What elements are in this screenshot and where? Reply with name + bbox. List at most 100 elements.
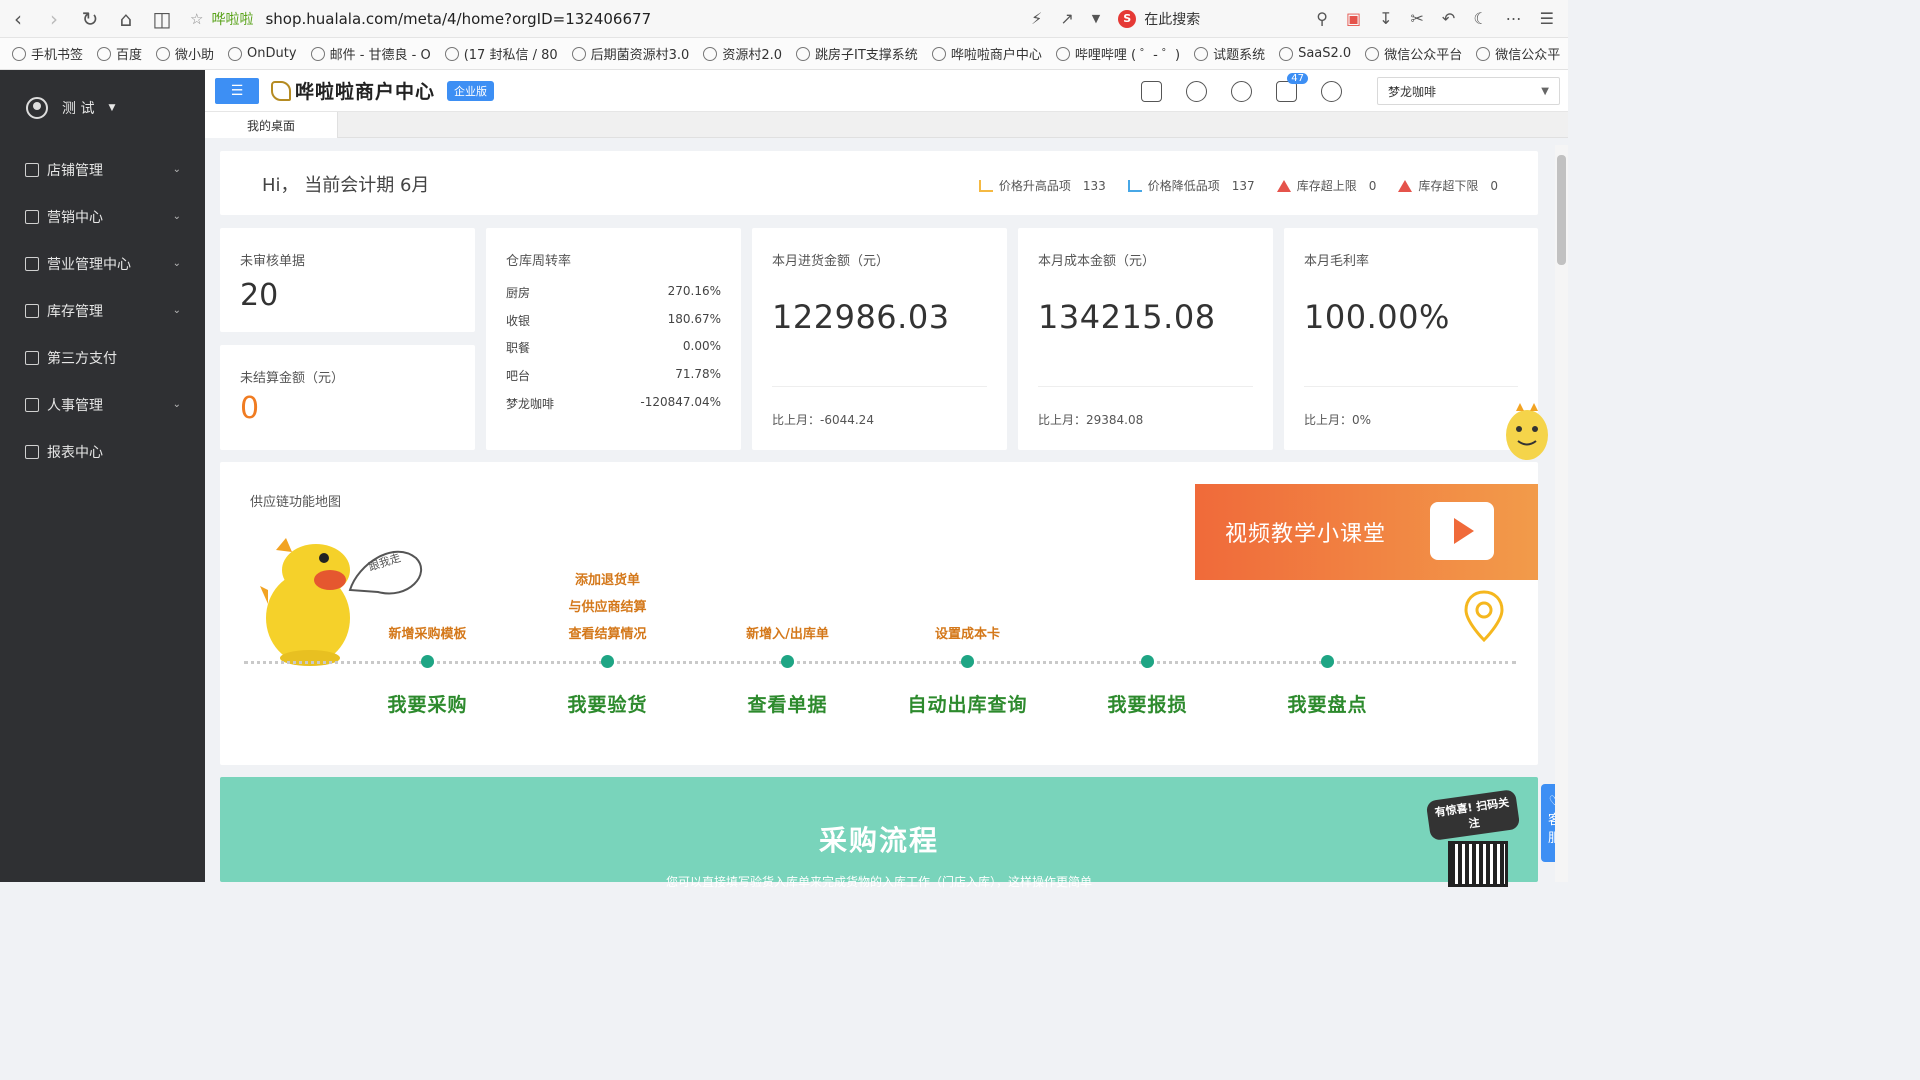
chevron-down-icon: ⌄ (172, 211, 181, 222)
timeline-node[interactable] (1141, 655, 1154, 668)
timeline-node[interactable] (421, 655, 434, 668)
search-engine-icon[interactable]: S (1118, 9, 1137, 28)
divider (1038, 386, 1253, 387)
bookmark-item[interactable]: 哔哩哔哩 ( ゜- ゜) (1055, 44, 1180, 63)
step-hint[interactable]: 新增采购模板 (341, 621, 514, 648)
bookmark-item[interactable]: 微小助 (156, 44, 214, 63)
more-icon[interactable]: ⋯ (1506, 9, 1522, 28)
browser-search[interactable]: S 在此搜索 (1118, 9, 1298, 29)
download-icon[interactable]: ↧ (1379, 9, 1392, 28)
menu-icon[interactable]: ☰ (1540, 9, 1554, 28)
bookmark-item[interactable]: 微信公众平台 (1365, 44, 1462, 63)
bookmark-item[interactable]: 百度 (97, 44, 142, 63)
timeline-node[interactable] (601, 655, 614, 668)
night-mode-icon[interactable]: ☾ (1473, 9, 1487, 28)
qr-promo[interactable]: 有惊喜! 扫码关注 (1425, 788, 1528, 887)
timeline-node[interactable] (961, 655, 974, 668)
stat-item[interactable]: 库存超上限 0 (1276, 177, 1376, 194)
warehouse-row: 梦龙咖啡 -120847.04% (506, 395, 721, 423)
star-icon[interactable]: ☆ (190, 10, 203, 28)
reload-icon[interactable]: ↻ (72, 0, 108, 38)
trend-down-icon (1127, 179, 1142, 192)
bookmark-item[interactable]: 试题系统 (1194, 44, 1265, 63)
sidebar-item-1[interactable]: 营销中心 ⌄ (0, 193, 205, 240)
sidebar-item-3[interactable]: 库存管理 ⌄ (0, 287, 205, 334)
url-text[interactable]: shop.hualala.com/meta/4/home?orgID=13240… (265, 10, 651, 28)
bookmark-item[interactable]: 微信公众平 (1476, 44, 1560, 63)
step-hint[interactable]: 新增入/出库单 (701, 621, 874, 648)
cloud-download-icon[interactable] (1231, 80, 1252, 102)
bookmarks-bar: 手机书签 百度 微小助 OnDuty 邮件 - 甘德良 - O (17 封私信 / 80 后… (0, 38, 1568, 70)
layers-icon[interactable]: 47 (1276, 72, 1308, 102)
sidebar-item-0[interactable]: 店铺管理 ⌄ (0, 146, 205, 193)
lightning-icon[interactable]: ⚡ (1031, 9, 1042, 28)
stat-item[interactable]: 价格升高品项 133 (978, 177, 1106, 194)
sidebar-item-4[interactable]: 第三方支付 (0, 334, 205, 381)
warehouse-label: 仓库周转率 (506, 254, 572, 269)
bookmark-item[interactable]: OnDuty (228, 46, 297, 61)
floating-mascot-icon[interactable] (1504, 401, 1550, 463)
menu-item-icon (25, 444, 39, 459)
store-select[interactable]: 梦龙咖啡 ▼ (1377, 77, 1560, 105)
gamepad-icon[interactable]: ▣ (1346, 9, 1361, 28)
bookmark-icon (97, 46, 112, 61)
chevron-down-icon[interactable]: ▼ (1092, 12, 1100, 25)
tab-my-desktop[interactable]: 我的桌面 (205, 112, 338, 138)
unreviewed-card[interactable]: 未审核单据 20 (220, 228, 475, 332)
timeline-node[interactable] (781, 655, 794, 668)
page-scrollbar[interactable] (1555, 145, 1568, 882)
forward-icon[interactable]: › (36, 0, 72, 38)
video-tutorial-banner[interactable]: 视频教学小课堂 (1195, 484, 1538, 580)
search-icon[interactable]: ⚲ (1316, 9, 1328, 28)
bookmark-item[interactable]: SaaS2.0 (1279, 46, 1351, 61)
bookmark-item[interactable]: (17 封私信 / 80 (444, 44, 558, 63)
shop-bag-icon[interactable] (1141, 80, 1162, 102)
user-menu[interactable]: 测 试 ▼ (0, 70, 205, 146)
step-action-label[interactable]: 我要采购 (341, 690, 514, 717)
step-action-label[interactable]: 查看单据 (701, 690, 874, 717)
bell-icon[interactable] (1186, 80, 1207, 102)
step-action-label[interactable]: 我要盘点 (1241, 690, 1414, 717)
notification-badge: 47 (1287, 72, 1308, 84)
divider (772, 386, 987, 387)
undo-icon[interactable]: ↶ (1442, 9, 1455, 28)
sidebar-item-label: 店铺管理 (47, 162, 103, 179)
supply-chain-map: 供应链功能地图 跟我走 视频教学小课堂 新增采购模板 我要采购 添加退货单 与供应商结… (220, 462, 1538, 765)
bookmark-item[interactable]: 邮件 - 甘德良 - O (310, 44, 431, 63)
step-action-label[interactable]: 我要验货 (521, 690, 694, 717)
scroll-thumb[interactable] (1557, 155, 1566, 265)
process-title: 采购流程 (818, 824, 939, 857)
sidebar-item-6[interactable]: 报表中心 (0, 428, 205, 475)
bookmark-item[interactable]: 手机书签 (12, 44, 83, 63)
address-bar[interactable]: ☆ 哗啦啦 shop.hualala.com/meta/4/home?orgID… (190, 9, 1031, 29)
step-action-label[interactable]: 自动出库查询 (881, 690, 1054, 717)
menu-toggle-button[interactable]: ☰ (215, 77, 259, 104)
greeting-text: Hi， 当前会计期 6月 (262, 175, 430, 196)
stat-item[interactable]: 价格降低品项 137 (1127, 177, 1255, 194)
page-tabs: 我的桌面 (205, 112, 1568, 138)
stat-label: 库存超下限 (1418, 179, 1479, 193)
step-hint[interactable]: 设置成本卡 (881, 621, 1054, 648)
step-action-label[interactable]: 我要报损 (1061, 690, 1234, 717)
home-icon[interactable]: ⌂ (108, 0, 144, 38)
step-hint[interactable]: 添加退货单 与供应商结算 查看结算情况 (521, 567, 694, 648)
back-icon[interactable]: ‹ (0, 0, 36, 38)
sidebar-item-5[interactable]: 人事管理 ⌄ (0, 381, 205, 428)
bookmark-item[interactable]: 资源村2.0 (703, 44, 782, 63)
reader-icon[interactable]: ◫ (144, 0, 180, 38)
timeline-node[interactable] (1321, 655, 1334, 668)
bookmark-icon (1055, 46, 1070, 61)
warehouse-row: 收银 180.67% (506, 312, 721, 340)
stat-item[interactable]: 库存超下限 0 (1398, 177, 1498, 194)
share-icon[interactable]: ↗ (1060, 9, 1073, 28)
bookmark-item[interactable]: 哗啦啦商户中心 (931, 44, 1042, 63)
help-icon[interactable] (1321, 80, 1342, 102)
scissors-icon[interactable]: ✂ (1411, 9, 1424, 28)
bookmark-item[interactable]: 后期菌资源村3.0 (571, 44, 689, 63)
sidebar-item-2[interactable]: 营业管理中心 ⌄ (0, 240, 205, 287)
unsettled-card[interactable]: 未结算金额（元） 0 (220, 345, 475, 450)
stat-label: 价格升高品项 (998, 179, 1071, 193)
app-logo: 哗啦啦商户中心 (271, 77, 435, 104)
bookmark-item[interactable]: 跳房子IT支撑系统 (796, 44, 918, 63)
warehouse-name: 职餐 (506, 341, 531, 356)
